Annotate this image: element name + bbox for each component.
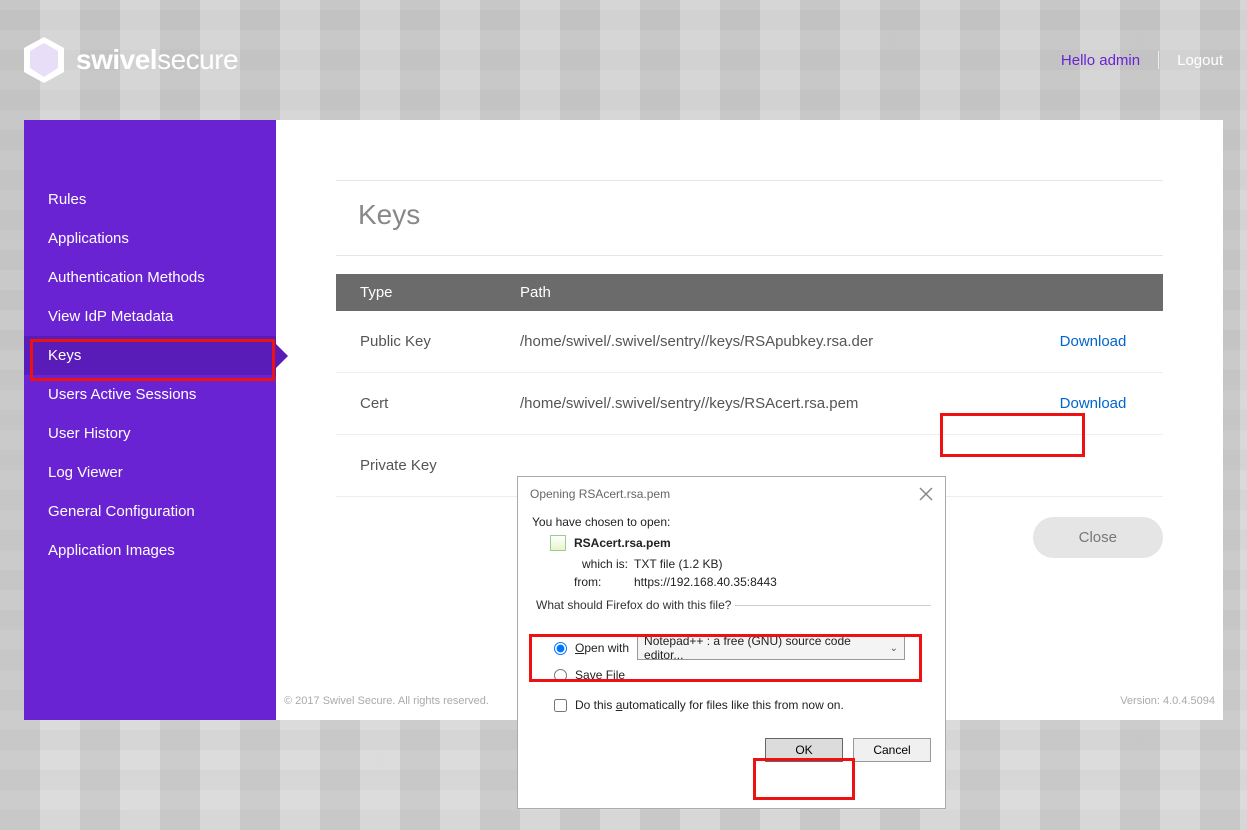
cell-type: Private Key [336, 435, 496, 497]
header-divider [1158, 51, 1159, 69]
sidebar-item-user-history[interactable]: User History [24, 414, 276, 453]
close-button[interactable]: Close [1033, 517, 1163, 558]
open-with-label: Open with [575, 641, 629, 655]
close-icon[interactable] [919, 487, 933, 501]
sidebar-item-keys[interactable]: Keys [24, 336, 276, 375]
sidebar-item-applications[interactable]: Applications [24, 219, 276, 258]
swivel-logo-icon [24, 37, 64, 83]
which-is-value: TXT file (1.2 KB) [634, 557, 931, 571]
header-right: Hello admin Logout [1061, 51, 1223, 69]
dialog-question: What should Firefox do with this file? [532, 598, 735, 612]
sidebar-item-application-images[interactable]: Application Images [24, 531, 276, 570]
download-link-publickey[interactable]: Download [1060, 333, 1127, 350]
sidebar: Rules Applications Authentication Method… [24, 120, 276, 720]
footer-version: Version: 4.0.4.5094 [1120, 695, 1215, 717]
sidebar-item-general-configuration[interactable]: General Configuration [24, 492, 276, 531]
save-file-label: Save File [575, 668, 625, 682]
logout-link[interactable]: Logout [1177, 52, 1223, 69]
download-dialog: Opening RSAcert.rsa.pem You have chosen … [517, 476, 946, 809]
sidebar-item-auth-methods[interactable]: Authentication Methods [24, 258, 276, 297]
divider-under-title [336, 255, 1163, 256]
radio-save-file[interactable] [554, 669, 567, 682]
sidebar-item-users-active-sessions[interactable]: Users Active Sessions [24, 375, 276, 414]
cell-type: Public Key [336, 311, 496, 373]
page-title: Keys [358, 199, 1141, 231]
footer-copyright: © 2017 Swivel Secure. All rights reserve… [284, 695, 489, 717]
ok-button[interactable]: OK [765, 738, 843, 762]
dialog-chosen-text: You have chosen to open: [532, 515, 931, 529]
brand-bold: swivel [76, 44, 157, 75]
chevron-down-icon: ⌄ [890, 643, 898, 654]
sidebar-item-log-viewer[interactable]: Log Viewer [24, 453, 276, 492]
brand-light: secure [157, 44, 238, 75]
auto-row[interactable]: Do this automatically for files like thi… [554, 698, 931, 712]
divider-top [336, 180, 1163, 181]
which-is-label: which is: [574, 557, 634, 571]
cancel-button[interactable]: Cancel [853, 738, 931, 762]
cell-path: /home/swivel/.swivel/sentry//keys/RSAcer… [496, 373, 1023, 435]
col-action [1023, 274, 1163, 311]
brand-text: swivelsecure [76, 44, 238, 76]
file-icon [550, 535, 566, 551]
open-with-row[interactable]: Open with Notepad++ : a free (GNU) sourc… [554, 636, 931, 660]
open-with-dropdown[interactable]: Notepad++ : a free (GNU) source code edi… [637, 636, 905, 660]
brand-logo: swivelsecure [24, 37, 238, 83]
checkbox-auto[interactable] [554, 699, 567, 712]
keys-table: Type Path Public Key /home/swivel/.swive… [336, 274, 1163, 497]
dialog-filename: RSAcert.rsa.pem [574, 536, 671, 550]
cell-action-empty [1023, 435, 1163, 497]
download-link-cert[interactable]: Download [1060, 395, 1127, 412]
from-value: https://192.168.40.35:8443 [634, 575, 931, 589]
header-bar: swivelsecure Hello admin Logout [24, 0, 1223, 120]
save-file-row[interactable]: Save File [554, 668, 931, 682]
radio-open-with[interactable] [554, 642, 567, 655]
col-path: Path [496, 274, 1023, 311]
cell-path: /home/swivel/.swivel/sentry//keys/RSApub… [496, 311, 1023, 373]
open-with-app: Notepad++ : a free (GNU) source code edi… [644, 634, 890, 662]
sidebar-item-view-idp-metadata[interactable]: View IdP Metadata [24, 297, 276, 336]
auto-label: Do this automatically for files like thi… [575, 698, 844, 712]
table-row: Cert /home/swivel/.swivel/sentry//keys/R… [336, 373, 1163, 435]
table-row: Public Key /home/swivel/.swivel/sentry//… [336, 311, 1163, 373]
from-label: from: [574, 575, 634, 589]
sidebar-item-rules[interactable]: Rules [24, 180, 276, 219]
col-type: Type [336, 274, 496, 311]
hello-user: Hello admin [1061, 52, 1140, 69]
cell-type: Cert [336, 373, 496, 435]
dialog-title-text: Opening RSAcert.rsa.pem [530, 487, 670, 501]
